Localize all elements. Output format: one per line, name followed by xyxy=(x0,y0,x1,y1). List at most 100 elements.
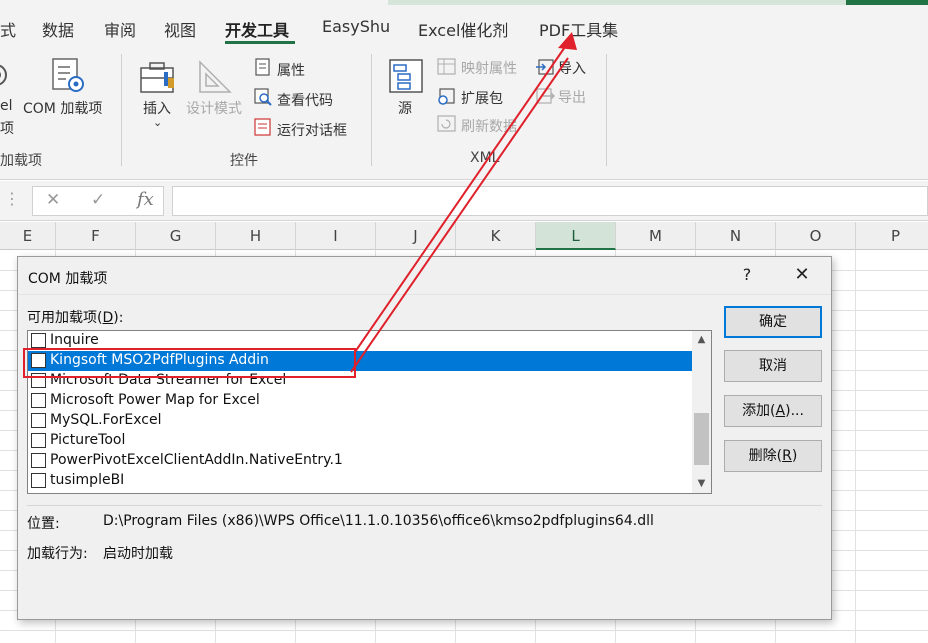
checkbox[interactable] xyxy=(31,433,46,448)
column-header[interactable]: H xyxy=(216,222,296,250)
ribbon: el 项 COM 加载项 加载项 插入 ⌄ 设计模式 属性 查看代码 运行对话框… xyxy=(0,44,928,180)
column-header[interactable]: M xyxy=(616,222,696,250)
column-header[interactable]: O xyxy=(776,222,856,250)
checkbox[interactable] xyxy=(31,473,46,488)
available-addins-label: 可用加载项(D): xyxy=(27,310,124,326)
list-item[interactable]: Microsoft Power Map for Excel xyxy=(28,391,692,411)
checkbox[interactable] xyxy=(31,373,46,388)
addins-listbox[interactable]: Inquire Kingsoft MSO2PdfPlugins Addin Mi… xyxy=(27,330,712,494)
namebox-grip-icon[interactable]: ⋮ xyxy=(4,189,20,208)
list-item[interactable]: PictureTool xyxy=(28,431,692,451)
add-button[interactable]: 添加(A)... xyxy=(724,395,822,427)
tab-view[interactable]: 视图 xyxy=(164,17,196,41)
design-mode-button[interactable]: 设计模式 xyxy=(186,98,242,118)
export-icon[interactable] xyxy=(535,86,555,106)
checkbox[interactable] xyxy=(31,413,46,428)
tab-review[interactable]: 审阅 xyxy=(104,17,136,41)
xml-source-icon[interactable] xyxy=(388,58,424,94)
column-header-selected[interactable]: L xyxy=(536,222,616,250)
cancel-icon[interactable]: ✕ xyxy=(46,190,60,210)
map-properties-icon[interactable] xyxy=(437,58,457,76)
dialog-divider xyxy=(27,505,822,506)
ribbon-tab-bar: 式 数据 审阅 视图 开发工具 EasyShu Excel催化剂 PDF工具集 xyxy=(0,0,928,44)
properties-icon[interactable] xyxy=(254,58,272,76)
listbox-scrollbar[interactable]: ▲ ▼ xyxy=(692,331,711,493)
list-item-label: Microsoft Data Streamer for Excel xyxy=(50,372,287,388)
list-item[interactable]: Microsoft Data Streamer for Excel xyxy=(28,371,692,391)
tab-excel-catalyst[interactable]: Excel催化剂 xyxy=(418,17,508,41)
view-code-icon[interactable] xyxy=(254,88,272,106)
run-dialog-button[interactable]: 运行对话框 xyxy=(277,120,347,140)
expansion-packs-button[interactable]: 扩展包 xyxy=(461,88,503,108)
view-code-button[interactable]: 查看代码 xyxy=(277,90,333,110)
formula-bar: ⋮ ✕ ✓ fx xyxy=(0,181,928,221)
list-item[interactable]: Inquire xyxy=(28,331,692,351)
com-addins-button[interactable]: COM 加载项 xyxy=(23,98,102,118)
tab-formulas[interactable]: 式 xyxy=(0,17,16,41)
excel-addins-label-line2[interactable]: 项 xyxy=(0,118,14,138)
checkbox[interactable] xyxy=(31,333,46,348)
list-item-label: MySQL.ForExcel xyxy=(50,412,162,428)
tab-developer[interactable]: 开发工具 xyxy=(225,17,289,41)
dialog-title: COM 加载项 xyxy=(28,271,108,287)
excel-addins-label-line1[interactable]: el xyxy=(0,98,13,114)
cancel-button[interactable]: 取消 xyxy=(724,350,822,382)
insert-function-icon[interactable]: fx xyxy=(137,189,154,210)
refresh-data-button[interactable]: 刷新数据 xyxy=(461,116,517,136)
column-header[interactable]: P xyxy=(856,222,928,250)
checkbox[interactable] xyxy=(31,353,46,368)
list-item-selected[interactable]: Kingsoft MSO2PdfPlugins Addin xyxy=(28,351,692,371)
location-label: 位置: xyxy=(27,516,60,532)
tab-easyshu[interactable]: EasyShu xyxy=(322,17,390,36)
gear-icon xyxy=(0,64,7,86)
export-button[interactable]: 导出 xyxy=(558,87,586,107)
expansion-packs-icon[interactable] xyxy=(437,86,457,106)
column-header[interactable]: K xyxy=(456,222,536,250)
scroll-down-icon[interactable]: ▼ xyxy=(692,475,711,493)
load-behavior-value: 启动时加载 xyxy=(103,546,173,562)
xml-source-button[interactable]: 源 xyxy=(398,98,412,118)
design-mode-icon[interactable] xyxy=(196,58,236,96)
import-icon[interactable] xyxy=(535,57,555,77)
remove-button[interactable]: 删除(R) xyxy=(724,440,822,472)
com-addins-icon[interactable] xyxy=(50,56,88,96)
group-separator xyxy=(606,54,607,166)
tab-data[interactable]: 数据 xyxy=(42,17,74,41)
column-header[interactable]: J xyxy=(376,222,456,250)
formula-input[interactable] xyxy=(172,186,928,216)
column-header[interactable]: I xyxy=(296,222,376,250)
checkbox[interactable] xyxy=(31,393,46,408)
scroll-thumb[interactable] xyxy=(694,413,709,465)
toolbox-icon[interactable] xyxy=(138,60,180,96)
list-item[interactable]: MySQL.ForExcel xyxy=(28,411,692,431)
list-item-label: Kingsoft MSO2PdfPlugins Addin xyxy=(50,352,269,368)
com-addins-dialog: COM 加载项 ? ✕ 可用加载项(D): Inquire Kingsoft M… xyxy=(17,256,832,620)
list-item[interactable]: PowerPivotExcelClientAddIn.NativeEntry.1 xyxy=(28,451,692,471)
refresh-data-icon[interactable] xyxy=(437,115,457,133)
enter-icon[interactable]: ✓ xyxy=(91,190,105,210)
title-bar-strip-dark xyxy=(846,0,928,5)
list-item-label: tusimpleBI xyxy=(50,472,125,488)
insert-control-button[interactable]: 插入 xyxy=(143,98,171,118)
import-button[interactable]: 导入 xyxy=(558,58,586,78)
column-header[interactable]: G xyxy=(136,222,216,250)
ok-button[interactable]: 确定 xyxy=(724,306,822,338)
column-header[interactable]: N xyxy=(696,222,776,250)
grid-line xyxy=(0,630,928,631)
help-button[interactable]: ? xyxy=(738,265,756,284)
column-header[interactable]: E xyxy=(0,222,56,250)
formula-buttons-box: ✕ ✓ fx xyxy=(32,186,164,216)
map-properties-button[interactable]: 映射属性 xyxy=(461,58,517,78)
properties-button[interactable]: 属性 xyxy=(277,60,305,80)
grid-line xyxy=(855,250,856,643)
insert-chevron-down-icon[interactable]: ⌄ xyxy=(153,116,162,129)
run-dialog-icon[interactable] xyxy=(254,118,272,136)
scroll-up-icon[interactable]: ▲ xyxy=(692,331,711,349)
location-value: D:\Program Files (x86)\WPS Office\11.1.0… xyxy=(103,513,654,529)
group-separator xyxy=(121,54,122,166)
list-item[interactable]: tusimpleBI xyxy=(28,471,692,491)
checkbox[interactable] xyxy=(31,453,46,468)
tab-pdf-tools[interactable]: PDF工具集 xyxy=(539,17,618,41)
close-button[interactable]: ✕ xyxy=(790,263,814,287)
column-header[interactable]: F xyxy=(56,222,136,250)
